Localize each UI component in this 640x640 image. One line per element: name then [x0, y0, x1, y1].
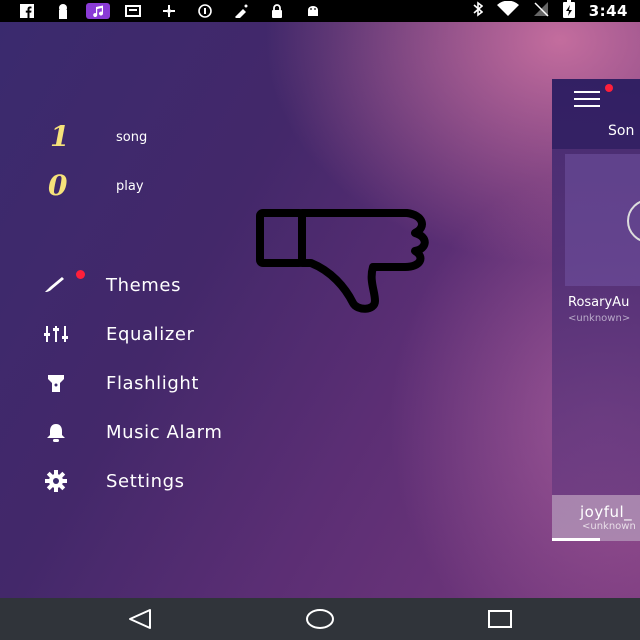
menu-item-settings[interactable]: Settings: [40, 464, 185, 498]
padlock-icon: [264, 3, 290, 19]
equalizer-icon: [40, 322, 72, 346]
play-circle-icon: [627, 199, 640, 243]
flashlight-icon: [40, 371, 72, 395]
data-saver-icon: [192, 3, 218, 19]
status-bar: 3:44: [0, 0, 640, 22]
recents-icon[interactable]: [480, 606, 520, 632]
bell-icon: [40, 420, 72, 444]
menu-label-music-alarm: Music Alarm: [106, 421, 223, 443]
news-icon: [120, 3, 146, 19]
play-count-label: play: [116, 179, 144, 194]
gear-icon: [40, 469, 72, 493]
hamburger-menu-icon[interactable]: [574, 91, 600, 111]
android-icon: [300, 3, 326, 19]
menu-label-themes: Themes: [106, 274, 182, 296]
menu-item-equalizer[interactable]: Equalizer: [40, 317, 195, 351]
mini-player[interactable]: joyful_ <unknown: [552, 495, 640, 541]
song-title: RosaryAu: [568, 295, 630, 310]
mini-player-title: joyful_: [580, 503, 633, 521]
menu-label-equalizer: Equalizer: [106, 323, 195, 345]
song-count: 1: [50, 120, 70, 153]
bluetooth-icon: [473, 1, 483, 21]
mini-player-artist: <unknown: [582, 521, 636, 532]
menu-item-flashlight[interactable]: Flashlight: [40, 366, 199, 400]
battery-charging-icon: [562, 0, 575, 22]
menu-badge: [605, 84, 613, 92]
spray-icon: [228, 3, 254, 19]
themes-badge: [76, 270, 85, 279]
tab-songs[interactable]: Son: [608, 123, 634, 139]
main-content-panel: Son RosaryAu <unknown> joyful_ <unknown: [552, 79, 640, 541]
wifi-icon: [496, 0, 519, 21]
fan-icon: [156, 3, 182, 19]
mini-player-progress: [552, 538, 600, 541]
album-art[interactable]: [565, 154, 640, 286]
menu-item-music-alarm[interactable]: Music Alarm: [40, 415, 223, 449]
no-signal-icon: [533, 1, 549, 21]
back-icon[interactable]: [120, 606, 160, 632]
facebook-icon: [14, 3, 40, 19]
lock-keyhole-icon: [50, 3, 76, 19]
menu-label-settings: Settings: [106, 470, 185, 492]
play-count: 0: [48, 169, 68, 202]
thumbs-down-icon[interactable]: [255, 205, 437, 321]
song-artist: <unknown>: [568, 313, 631, 324]
app-screen: 3:44 1 song 0 play Themes Equalizer Flas…: [0, 0, 640, 640]
status-time: 3:44: [588, 2, 628, 20]
music-note-icon: [86, 3, 110, 19]
song-count-label: song: [116, 130, 148, 145]
home-icon[interactable]: [300, 606, 340, 632]
navigation-bar: [0, 598, 640, 640]
brush-icon: [40, 273, 72, 297]
menu-item-themes[interactable]: Themes: [40, 268, 181, 302]
menu-label-flashlight: Flashlight: [106, 372, 200, 394]
